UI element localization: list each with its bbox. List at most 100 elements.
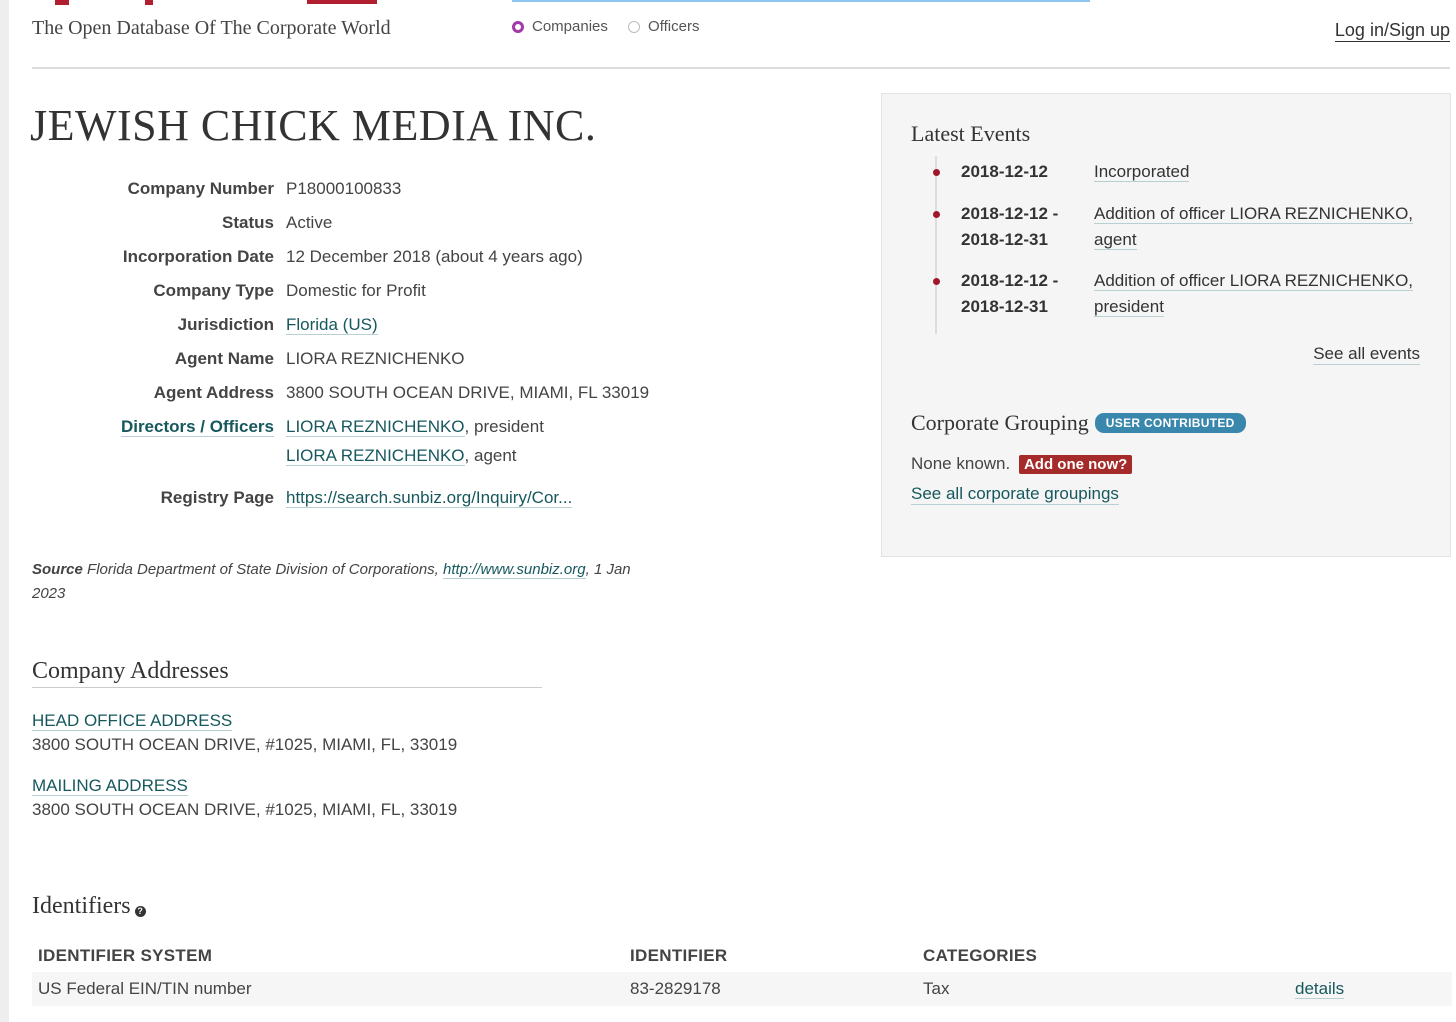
event-date-start: 2018-12-12 - (961, 271, 1059, 290)
attribute-label: Incorporation Date (122, 247, 274, 266)
head-office-address-link[interactable]: HEAD OFFICE ADDRESS (32, 711, 233, 731)
see-all-corporate-groupings-link[interactable]: See all corporate groupings (911, 484, 1119, 505)
event-date: 2018-12-12 - 2018-12-31 (961, 268, 1081, 320)
incorporation-date-value: 12 December 2018 (about 4 years ago) (286, 247, 583, 266)
officer-link[interactable]: LIORA REZNICHENKO (286, 446, 465, 466)
source-link[interactable]: http://www.sunbiz.org (443, 561, 586, 579)
identifier-system-cell: US Federal EIN/TIN number (32, 972, 624, 1006)
registry-page-link[interactable]: https://search.sunbiz.org/Inquiry/Cor... (286, 488, 573, 508)
event-date-start: 2018-12-12 (961, 162, 1048, 181)
officer-role: , agent (464, 446, 517, 465)
search-input[interactable] (512, 0, 1090, 2)
attribute-row: Agent Address 3800 SOUTH OCEAN DRIVE, MI… (32, 382, 732, 403)
column-header: IDENTIFIER SYSTEM (38, 946, 213, 965)
page-left-edge (0, 0, 9, 1022)
user-contributed-badge: USER CONTRIBUTED (1094, 413, 1246, 433)
attribute-label: Company Number (127, 179, 274, 198)
attribute-row: Incorporation Date 12 December 2018 (abo… (32, 246, 732, 267)
officer-item: LIORA REZNICHENKO, agent (286, 445, 544, 466)
table-row: US Federal EIN/TIN number 83-2829178 Tax… (32, 972, 1452, 1006)
column-header: IDENTIFIER (630, 946, 728, 965)
address-item: HEAD OFFICE ADDRESS 3800 SOUTH OCEAN DRI… (32, 709, 457, 757)
registry-page-value: https://search.sunbiz.org/Inquiry/Cor... (286, 487, 573, 508)
address-value: 3800 SOUTH OCEAN DRIVE, #1025, MIAMI, FL… (32, 800, 458, 819)
identifiers-heading-text: Identifiers (32, 893, 131, 919)
attribute-label: Registry Page (160, 488, 274, 507)
attribute-row: Agent Name LIORA REZNICHENKO (32, 348, 732, 369)
attribute-row-officers: Directors / Officers LIORA REZNICHENKO, … (32, 416, 732, 474)
search-type-selector: Companies Officers (512, 18, 715, 35)
identifiers-table: IDENTIFIER SYSTEM IDENTIFIER CATEGORIES … (32, 940, 1452, 1006)
header-divider (32, 67, 1450, 69)
event-description: Incorporated (1094, 159, 1414, 185)
sidebar-panel: Latest Events 2018-12-12 Incorporated 20… (881, 93, 1451, 557)
source-note: Source Florida Department of State Divis… (32, 558, 662, 606)
attribute-label: Company Type (153, 281, 274, 300)
company-name: JEWISH CHICK MEDIA INC. (30, 101, 597, 150)
agent-name-value: LIORA REZNICHENKO (286, 349, 465, 368)
column-header: CATEGORIES (923, 946, 1038, 965)
event-dot (933, 211, 940, 218)
event-link[interactable]: Addition of officer LIORA REZNICHENKO, a… (1094, 204, 1414, 250)
event-date-start: 2018-12-12 - (961, 204, 1059, 223)
event-dot (933, 278, 940, 285)
add-grouping-button[interactable]: Add one now? (1018, 455, 1133, 474)
table-header-row: IDENTIFIER SYSTEM IDENTIFIER CATEGORIES (32, 940, 1452, 972)
officers-radio[interactable] (628, 21, 641, 33)
company-number-value: P18000100833 (286, 179, 402, 198)
attribute-row: Jurisdiction Florida (US) (32, 314, 732, 335)
attribute-label: Jurisdiction (177, 315, 274, 334)
attribute-row: Company Number P18000100833 (32, 178, 732, 199)
status-value: Active (286, 213, 333, 232)
help-icon[interactable]: ? (134, 906, 146, 917)
event-description: Addition of officer LIORA REZNICHENKO, a… (1094, 201, 1414, 253)
company-addresses-heading: Company Addresses (32, 658, 542, 688)
see-all-events-link[interactable]: See all events (1313, 344, 1420, 365)
source-label: Source (32, 561, 83, 578)
event-description: Addition of officer LIORA REZNICHENKO, p… (1094, 268, 1414, 320)
events-timeline-line (935, 156, 937, 334)
attribute-label: Status (222, 213, 274, 232)
agent-address-value: 3800 SOUTH OCEAN DRIVE, MIAMI, FL 33019 (286, 383, 650, 402)
corporate-grouping-title: Corporate Grouping (911, 410, 1089, 435)
officers-label[interactable]: Directors / Officers (32, 416, 274, 474)
mailing-address-link[interactable]: MAILING ADDRESS (32, 776, 188, 796)
officer-item: LIORA REZNICHENKO, president (286, 416, 544, 437)
officers-radio-label[interactable]: Officers (648, 18, 699, 35)
column-header-empty (1289, 940, 1452, 972)
event-date-end: 2018-12-31 (961, 297, 1048, 316)
jurisdiction-link[interactable]: Florida (US) (286, 315, 378, 335)
company-attributes: Company Number P18000100833 Status Activ… (32, 178, 732, 521)
corporate-grouping-heading: Corporate Grouping USER CONTRIBUTED (911, 410, 1246, 436)
officers-list: LIORA REZNICHENKO, president LIORA REZNI… (286, 416, 544, 474)
latest-events-heading: Latest Events (911, 121, 1031, 146)
address-item: MAILING ADDRESS 3800 SOUTH OCEAN DRIVE, … (32, 774, 457, 822)
event-dot (933, 169, 940, 176)
site-tagline: The Open Database Of The Corporate World (32, 17, 391, 39)
event-link[interactable]: Addition of officer LIORA REZNICHENKO, p… (1094, 271, 1414, 317)
identifier-cell: 83-2829178 (624, 972, 917, 1006)
companies-radio-label[interactable]: Companies (532, 18, 608, 35)
details-link[interactable]: details (1295, 979, 1345, 999)
officer-role: , president (464, 417, 544, 436)
event-link[interactable]: Incorporated (1094, 162, 1190, 182)
event-date-end: 2018-12-31 (961, 230, 1048, 249)
attribute-label: Agent Address (153, 383, 274, 402)
jurisdiction-value: Florida (US) (286, 314, 378, 335)
identifiers-heading: Identifiers? (32, 893, 146, 920)
attribute-row: Company Type Domestic for Profit (32, 280, 732, 301)
companies-radio[interactable] (512, 21, 524, 33)
officer-link[interactable]: LIORA REZNICHENKO (286, 417, 465, 437)
attribute-row: Status Active (32, 212, 732, 233)
details-cell: details (1289, 972, 1452, 1006)
attribute-row: Registry Page https://search.sunbiz.org/… (32, 487, 732, 508)
address-value: 3800 SOUTH OCEAN DRIVE, #1025, MIAMI, FL… (32, 735, 458, 754)
grouping-status: None known. Add one now? (911, 454, 1133, 474)
company-type-value: Domestic for Profit (286, 281, 426, 300)
officers-label-link[interactable]: Directors / Officers (120, 417, 274, 437)
login-signup-link[interactable]: Log in/Sign up (1334, 19, 1450, 42)
event-date: 2018-12-12 - 2018-12-31 (961, 201, 1081, 253)
event-date: 2018-12-12 (961, 159, 1081, 185)
category-cell: Tax (917, 972, 1289, 1006)
attribute-label: Agent Name (174, 349, 274, 368)
